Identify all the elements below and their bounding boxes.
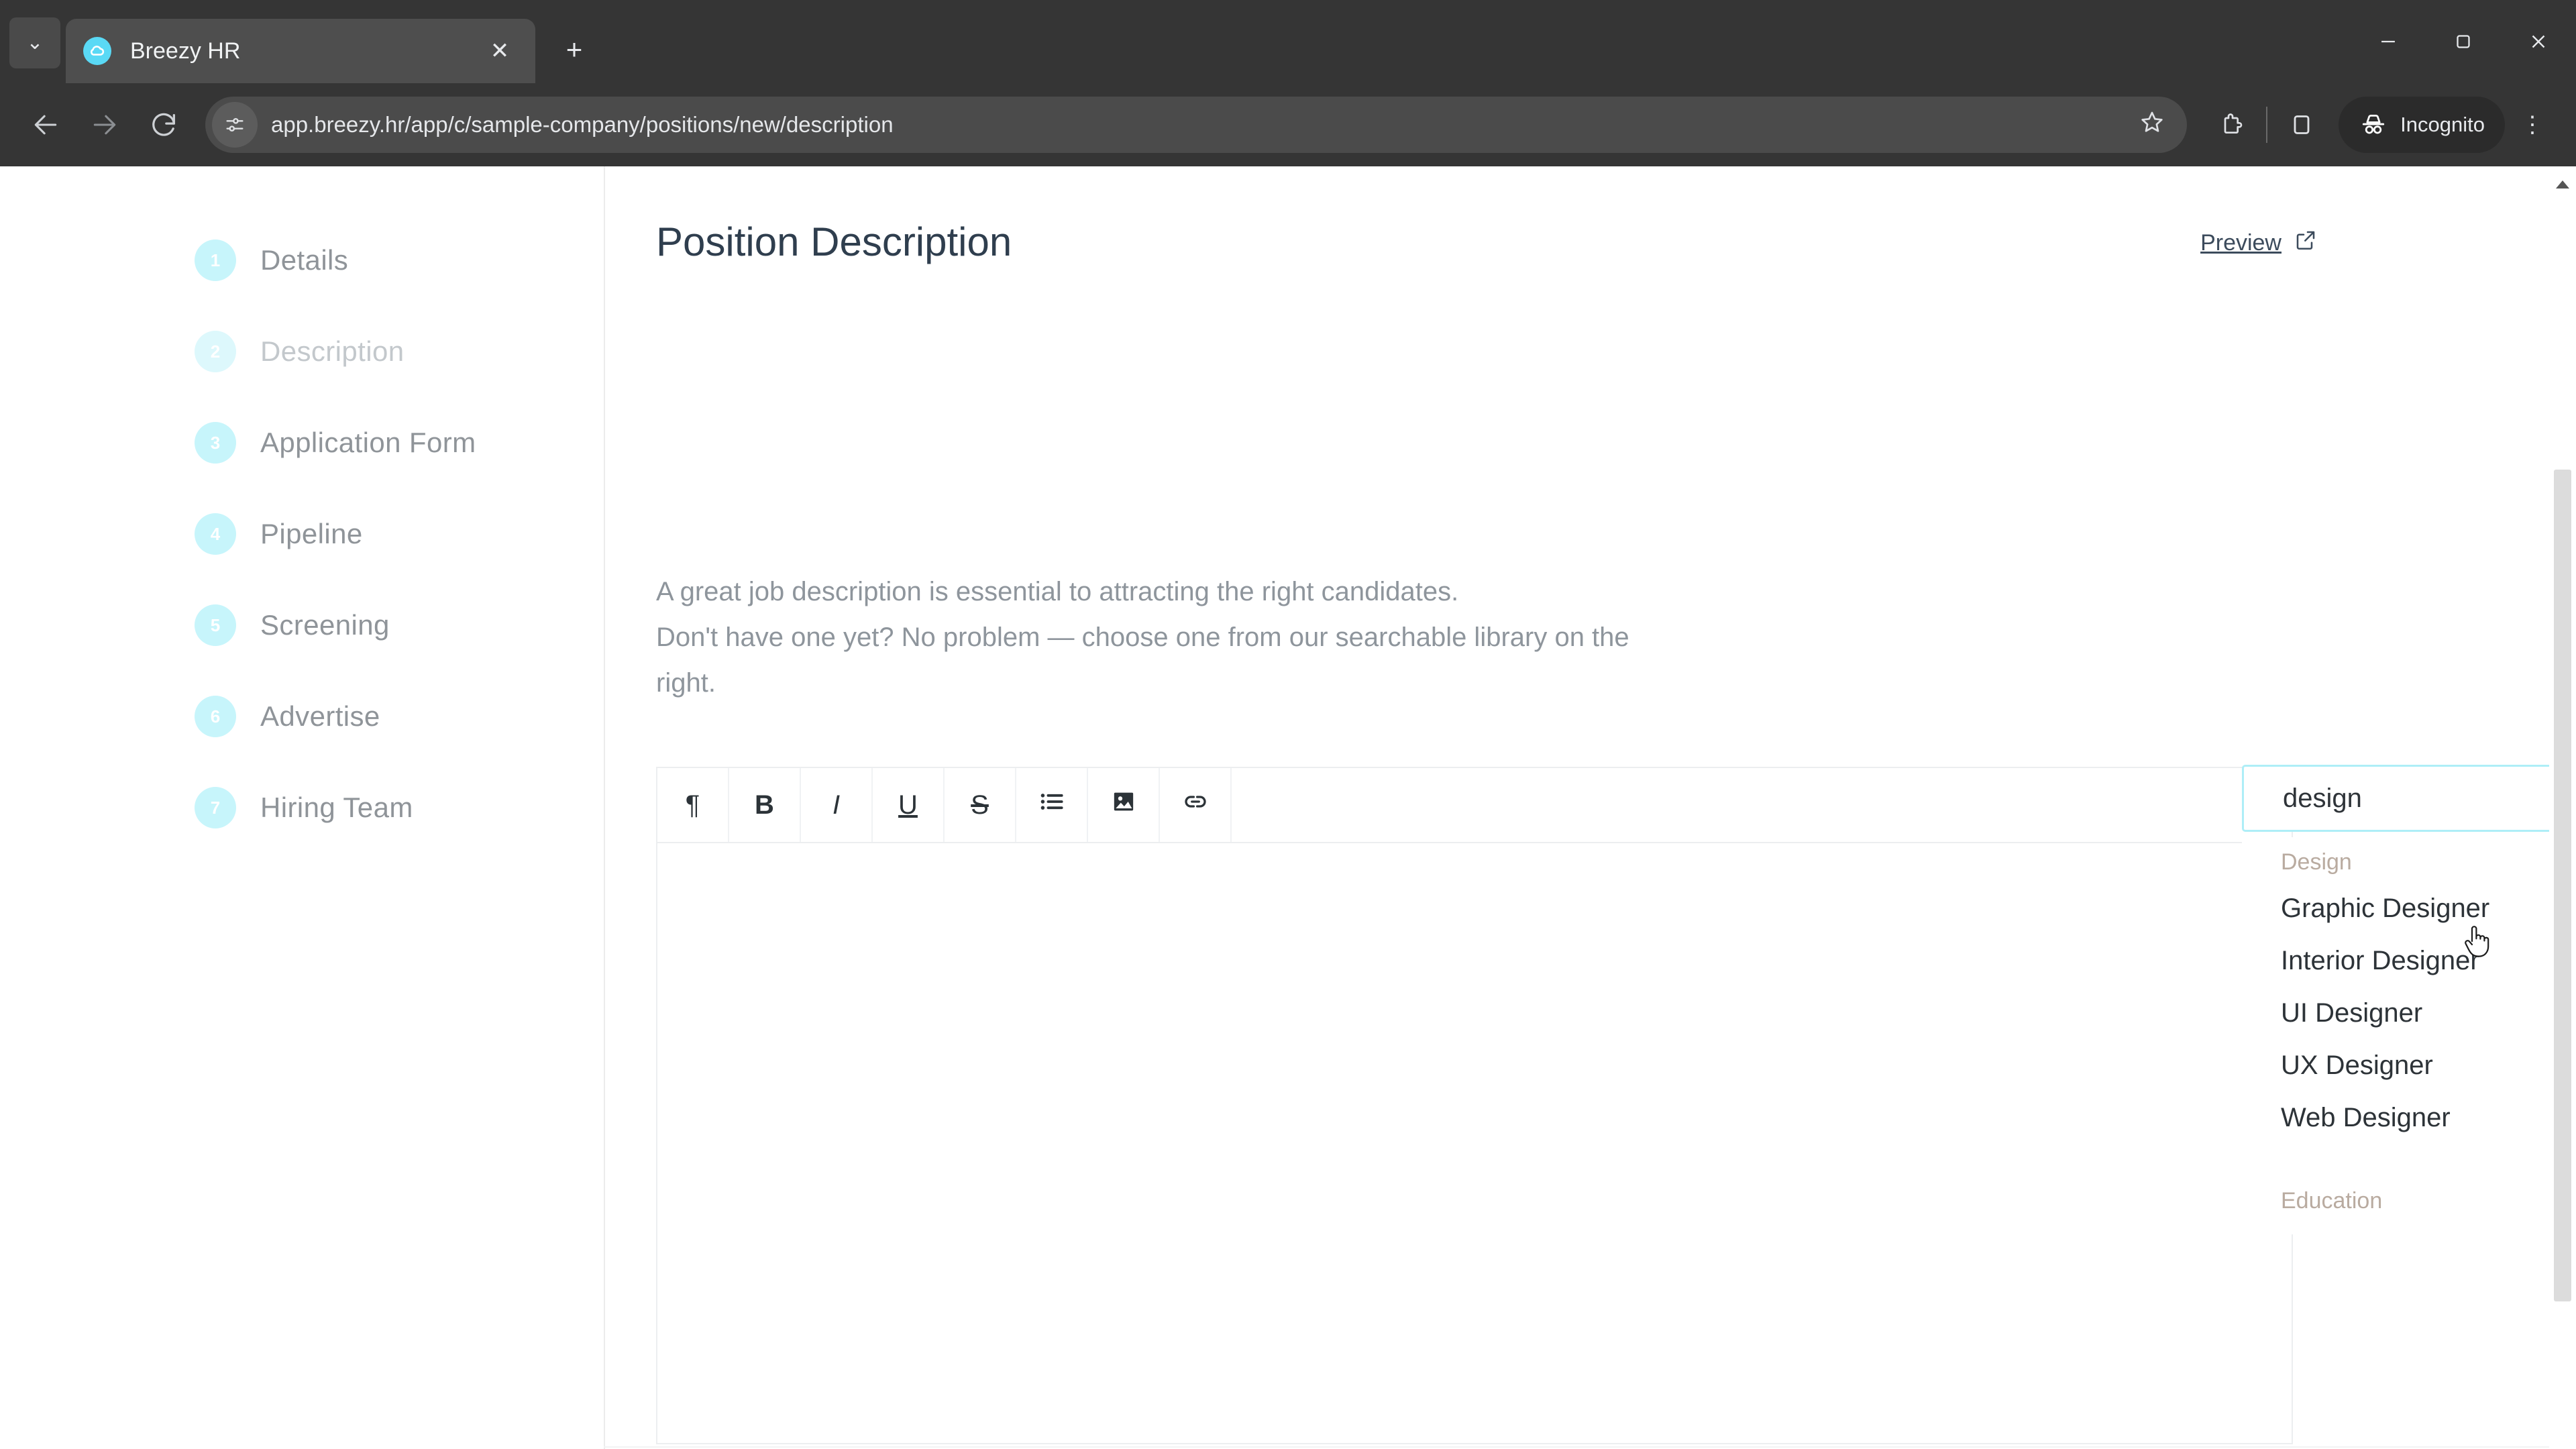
intro-line-2: Don't have one yet? No problem — choose … xyxy=(656,623,1629,652)
intro-line-3: right. xyxy=(656,668,716,698)
sidebar-item-label: Screening xyxy=(260,609,390,641)
page-header: Position Description Preview xyxy=(656,219,2318,265)
minimize-button[interactable] xyxy=(2351,0,2426,83)
step-number-badge: 7 xyxy=(195,787,236,828)
step-number-badge: 6 xyxy=(195,696,236,737)
page-title: Position Description xyxy=(656,219,1012,264)
page-scroll-up-arrow-icon[interactable] xyxy=(2549,173,2576,196)
browser-toolbar: app.breezy.hr/app/c/sample-company/posit… xyxy=(0,83,2576,166)
side-panel-icon[interactable] xyxy=(2274,97,2329,152)
new-tab-button[interactable]: + xyxy=(550,25,598,74)
reload-button[interactable] xyxy=(134,95,193,154)
job-library-search-input[interactable]: design xyxy=(2242,765,2576,832)
bold-button[interactable]: B xyxy=(729,768,801,842)
insert-image-button[interactable] xyxy=(1088,768,1160,842)
forward-button[interactable] xyxy=(75,95,134,154)
sidebar-item-pipeline[interactable]: 4 Pipeline xyxy=(195,507,597,561)
chevron-down-icon: ⌄ xyxy=(26,32,44,54)
dropdown-group-education-label: Education xyxy=(2281,1188,2383,1214)
sidebar-item-label: Pipeline xyxy=(260,518,363,549)
dropdown-group-design-label: Design xyxy=(2281,849,2352,875)
close-icon[interactable]: ✕ xyxy=(482,33,518,69)
strikethrough-button[interactable]: S xyxy=(945,768,1016,842)
wizard-step-list: 1 Details 2 Description 3 Application Fo… xyxy=(195,233,597,872)
step-number-badge: 4 xyxy=(195,513,236,555)
preview-link[interactable]: Preview xyxy=(2200,228,2318,258)
close-window-button[interactable] xyxy=(2501,0,2576,83)
breezy-cloud-icon xyxy=(83,37,111,65)
paragraph-format-button[interactable]: ¶ xyxy=(657,768,729,842)
step-number-badge: 5 xyxy=(195,604,236,646)
address-bar[interactable]: app.breezy.hr/app/c/sample-company/posit… xyxy=(205,97,2188,153)
intro-line-1: A great job description is essential to … xyxy=(656,577,1459,606)
sidebar-item-hiring-team[interactable]: 7 Hiring Team xyxy=(195,781,597,835)
site-settings-icon[interactable] xyxy=(212,102,258,148)
dropdown-item-ux-designer[interactable]: UX Designer xyxy=(2242,1039,2576,1091)
browser-menu-button[interactable]: ⋮ xyxy=(2505,97,2560,152)
incognito-icon xyxy=(2359,110,2388,140)
bullet-list-button[interactable] xyxy=(1016,768,1088,842)
sidebar-item-label: Description xyxy=(260,335,405,367)
image-icon xyxy=(1110,788,1137,822)
job-library-dropdown: Design Graphic Designer Interior Designe… xyxy=(2242,837,2576,1234)
window-controls xyxy=(2351,0,2576,83)
intro-text: A great job description is essential to … xyxy=(656,569,1884,706)
italic-icon: I xyxy=(832,790,841,820)
sidebar-item-description[interactable]: 2 Description xyxy=(195,325,597,378)
incognito-profile-button[interactable]: Incognito xyxy=(2339,97,2505,153)
dropdown-item-ui-designer[interactable]: UI Designer xyxy=(2242,987,2576,1039)
toolbar-divider xyxy=(2266,107,2268,143)
preview-label: Preview xyxy=(2200,230,2282,256)
sidebar-item-application-form[interactable]: 3 Application Form xyxy=(195,416,597,470)
external-link-icon xyxy=(2294,228,2318,258)
sidebar-item-label: Details xyxy=(260,244,349,276)
main-content: Position Description Preview A great job… xyxy=(604,166,2576,1449)
dropdown-item-web-designer[interactable]: Web Designer xyxy=(2242,1091,2576,1144)
step-number-badge: 2 xyxy=(195,331,236,372)
link-icon xyxy=(1181,788,1210,822)
sidebar-item-label: Advertise xyxy=(260,700,380,732)
sidebar-item-label: Application Form xyxy=(260,427,476,458)
page-viewport: 1 Details 2 Description 3 Application Fo… xyxy=(0,166,2576,1449)
tab-search-button[interactable]: ⌄ xyxy=(9,17,60,68)
dropdown-item-graphic-designer[interactable]: Graphic Designer xyxy=(2242,882,2576,934)
page-scrollbar-thumb[interactable] xyxy=(2554,470,2571,1301)
tab-title: Breezy HR xyxy=(130,38,241,64)
sidebar-item-details[interactable]: 1 Details xyxy=(195,233,597,287)
dropdown-item-interior-designer[interactable]: Interior Designer xyxy=(2242,934,2576,987)
back-button[interactable] xyxy=(16,95,75,154)
rich-text-editor: ¶ B I U S xyxy=(656,767,2293,1444)
page-scrollbar[interactable] xyxy=(2549,166,2576,1449)
extensions-icon[interactable] xyxy=(2204,97,2259,152)
italic-button[interactable]: I xyxy=(801,768,873,842)
bookmark-star-icon[interactable] xyxy=(2127,109,2178,142)
browser-tab[interactable]: Breezy HR ✕ xyxy=(66,19,535,83)
step-number-badge: 1 xyxy=(195,239,236,281)
underline-button[interactable]: U xyxy=(873,768,945,842)
sidebar-item-advertise[interactable]: 6 Advertise xyxy=(195,690,597,743)
footer-divider xyxy=(604,1446,2549,1448)
browser-window: ⌄ Breezy HR ✕ + app.breezy.hr/app/c/samp… xyxy=(0,0,2576,1449)
editor-content-area[interactable] xyxy=(657,843,2292,1440)
strikethrough-icon: S xyxy=(971,790,989,820)
paragraph-icon: ¶ xyxy=(685,790,700,820)
bold-icon: B xyxy=(755,790,774,820)
list-icon xyxy=(1037,787,1067,823)
step-number-badge: 3 xyxy=(195,422,236,464)
editor-toolbar: ¶ B I U S xyxy=(657,768,2292,843)
underline-icon: U xyxy=(898,790,918,820)
tab-strip: ⌄ Breezy HR ✕ + xyxy=(0,0,2576,83)
sidebar-item-label: Hiring Team xyxy=(260,792,413,823)
insert-link-button[interactable] xyxy=(1160,768,1232,842)
profile-label: Incognito xyxy=(2400,113,2485,136)
maximize-button[interactable] xyxy=(2426,0,2501,83)
sidebar-item-screening[interactable]: 5 Screening xyxy=(195,598,597,652)
url-text: app.breezy.hr/app/c/sample-company/posit… xyxy=(271,112,894,137)
